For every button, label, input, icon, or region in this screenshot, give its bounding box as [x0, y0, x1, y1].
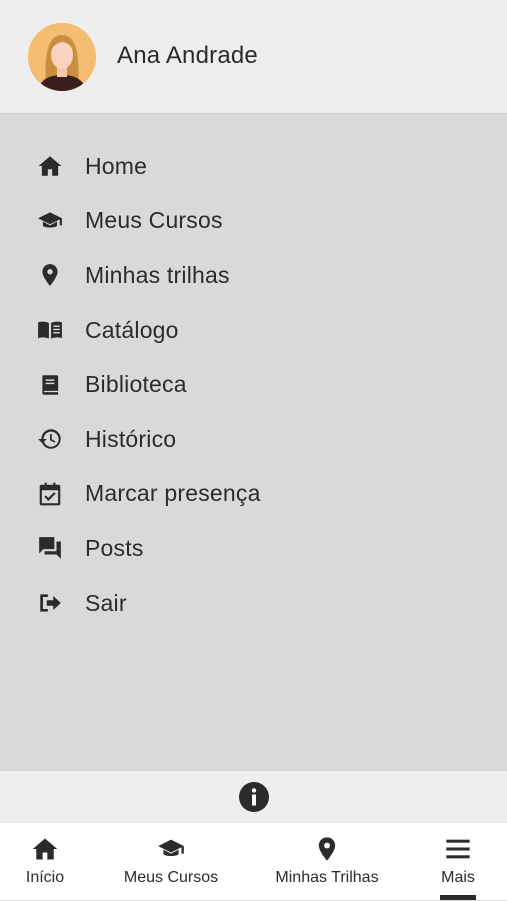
nav-tab-label: Mais	[441, 869, 475, 886]
open-book-icon	[36, 316, 64, 344]
info-bar	[0, 771, 507, 822]
logout-icon	[36, 589, 64, 617]
menu-item-catalogo[interactable]: Catálogo	[0, 303, 507, 358]
menu-item-minhas-trilhas[interactable]: Minhas trilhas	[0, 248, 507, 303]
avatar-illustration	[28, 23, 96, 91]
home-icon	[31, 834, 59, 864]
nav-tab-label: Minhas Trilhas	[275, 869, 379, 886]
menu-item-meus-cursos[interactable]: Meus Cursos	[0, 194, 507, 249]
map-pin-icon	[313, 834, 341, 864]
drawer-header: Ana Andrade	[0, 0, 507, 114]
menu-item-label: Posts	[85, 534, 144, 561]
menu-item-label: Home	[85, 152, 148, 179]
menu-item-label: Sair	[85, 589, 127, 616]
active-tab-indicator	[440, 895, 476, 900]
calendar-check-icon	[36, 480, 64, 508]
menu-item-home[interactable]: Home	[0, 139, 507, 194]
menu-item-label: Minhas trilhas	[85, 261, 230, 288]
menu-item-label: Meus Cursos	[85, 207, 223, 234]
map-pin-icon	[36, 261, 64, 289]
info-icon[interactable]	[238, 781, 270, 813]
menu-item-marcar-presenca[interactable]: Marcar presença	[0, 467, 507, 522]
home-icon	[36, 152, 64, 180]
bottom-navigation: Início Meus Cursos Minhas Trilhas Mais	[0, 822, 507, 900]
menu-item-label: Marcar presença	[85, 480, 261, 507]
user-name: Ana Andrade	[117, 42, 258, 69]
nav-tab-label: Meus Cursos	[123, 869, 219, 886]
nav-tab-label: Início	[25, 869, 65, 886]
menu-item-historico[interactable]: Histórico	[0, 412, 507, 467]
menu-item-label: Biblioteca	[85, 371, 187, 398]
menu-item-label: Catálogo	[85, 316, 179, 343]
book-icon	[36, 371, 64, 399]
drawer-menu: Home Meus Cursos Minhas trilhas Catálogo…	[0, 139, 507, 630]
menu-item-biblioteca[interactable]: Biblioteca	[0, 357, 507, 412]
menu-item-label: Histórico	[85, 425, 177, 452]
history-icon	[36, 425, 64, 453]
chat-icon	[36, 534, 64, 562]
nav-tab-minhas-trilhas[interactable]: Minhas Trilhas	[268, 823, 386, 901]
nav-tab-inicio[interactable]: Início	[14, 823, 76, 901]
nav-tab-meus-cursos[interactable]: Meus Cursos	[118, 823, 224, 901]
graduation-cap-icon	[36, 207, 64, 235]
nav-tab-mais[interactable]: Mais	[432, 823, 484, 901]
menu-item-sair[interactable]: Sair	[0, 576, 507, 631]
graduation-cap-icon	[155, 834, 187, 864]
menu-item-posts[interactable]: Posts	[0, 521, 507, 576]
menu-icon	[444, 834, 472, 864]
user-avatar[interactable]	[28, 23, 96, 91]
